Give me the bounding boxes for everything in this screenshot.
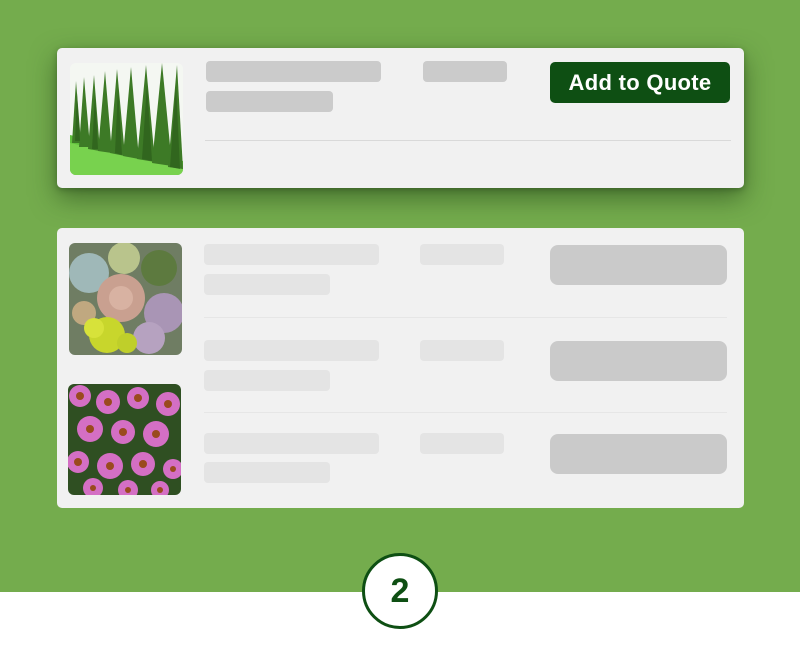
card-divider — [205, 140, 731, 141]
step-number-badge: 2 — [362, 553, 438, 629]
product-list-card — [57, 228, 744, 508]
step-number: 2 — [390, 571, 410, 610]
product-price-placeholder — [420, 244, 504, 265]
add-button-placeholder[interactable] — [550, 341, 727, 381]
product-name-placeholder — [204, 340, 379, 361]
product-name-placeholder — [206, 61, 381, 82]
product-price-placeholder — [423, 61, 507, 82]
product-price-placeholder — [420, 340, 504, 361]
add-button-placeholder[interactable] — [550, 245, 727, 285]
product-image-arborvitae — [70, 63, 183, 175]
product-detail-placeholder — [204, 274, 330, 295]
add-button-placeholder[interactable] — [550, 434, 727, 474]
illustration: Add to Quote 2 — [0, 0, 800, 653]
add-to-quote-button[interactable]: Add to Quote — [550, 62, 730, 103]
product-name-placeholder — [204, 244, 379, 265]
product-image-succulents — [69, 243, 182, 355]
product-name-placeholder — [204, 433, 379, 454]
product-detail-placeholder — [204, 370, 330, 391]
product-price-placeholder — [420, 433, 504, 454]
selected-product-card: Add to Quote — [57, 48, 744, 188]
product-detail-placeholder — [204, 462, 330, 483]
row-divider — [204, 317, 727, 318]
product-detail-placeholder — [206, 91, 333, 112]
product-image-coneflowers — [68, 384, 181, 495]
row-divider — [204, 412, 727, 413]
